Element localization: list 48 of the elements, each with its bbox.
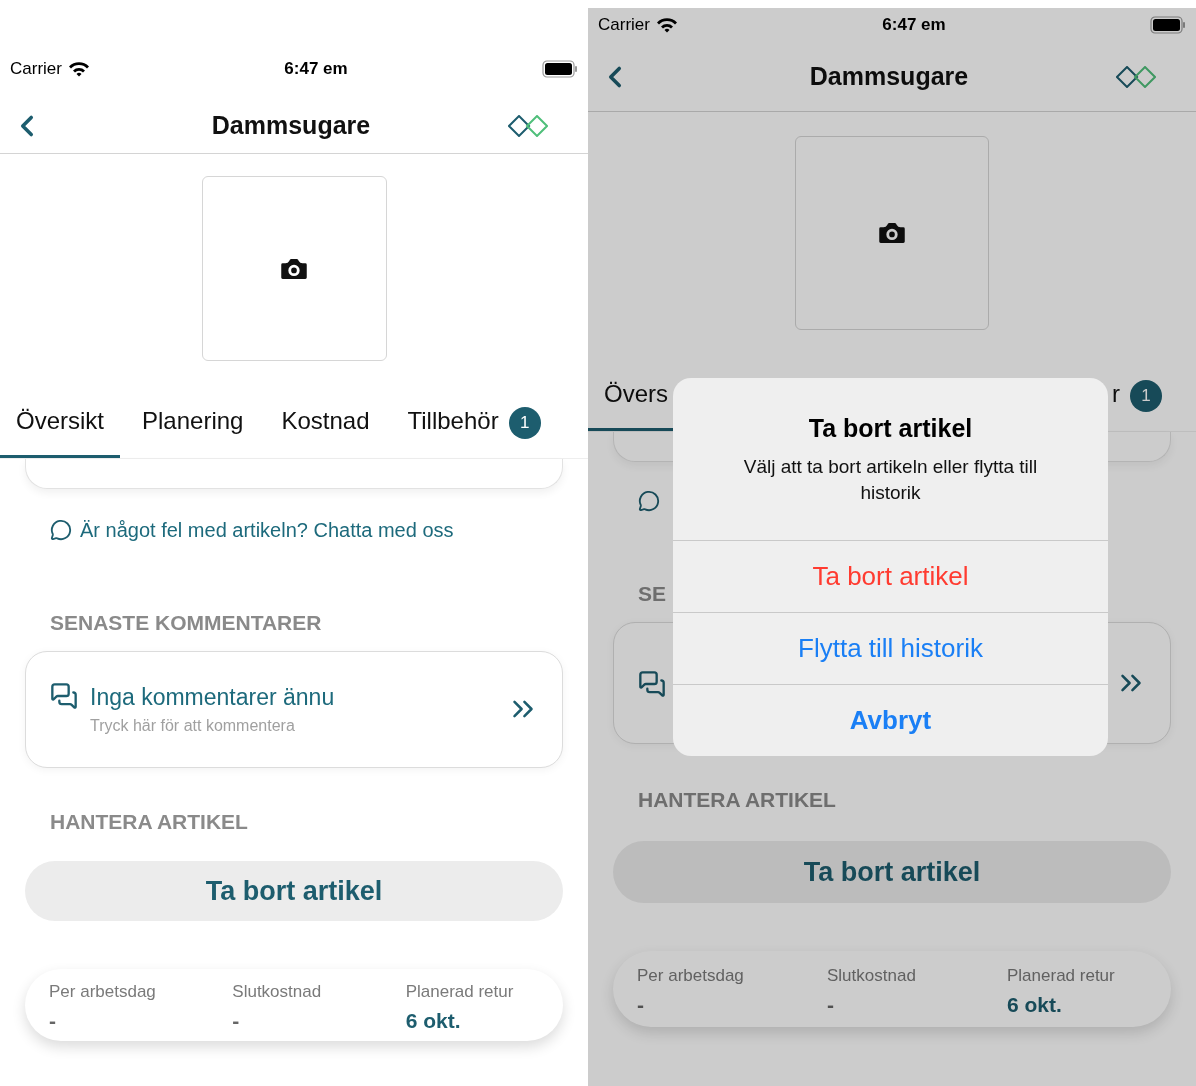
wifi-icon bbox=[655, 17, 678, 33]
summary-value: 6 okt. bbox=[1007, 991, 1063, 1018]
summary-value: 6 okt. bbox=[405, 1007, 462, 1034]
comments-icon bbox=[50, 681, 78, 710]
chat-bubble-icon bbox=[50, 519, 72, 541]
section-heading: SENASTE KOMMENTARER bbox=[50, 611, 322, 634]
summary-value: - bbox=[49, 1007, 57, 1034]
summary-value: - bbox=[232, 1007, 241, 1034]
summary-label: Per arbetsdag bbox=[49, 981, 157, 1003]
summary-label: Planerad retur bbox=[1007, 965, 1116, 987]
count-badge: 1 bbox=[1130, 379, 1162, 412]
summary-value: - bbox=[637, 991, 645, 1018]
comments-title: Inga kommentarer ännu bbox=[90, 682, 335, 712]
nav-title: Dammsugare bbox=[808, 60, 969, 92]
comments-hint: Tryck här för att kommentera bbox=[90, 716, 296, 737]
wifi-icon bbox=[67, 61, 90, 77]
summary-label: Per arbetsdag bbox=[637, 965, 745, 987]
chat-bubble-icon bbox=[638, 490, 660, 512]
dialog-action[interactable]: Flytta till historik bbox=[673, 611, 1108, 684]
dialog-action[interactable]: Avbryt bbox=[673, 683, 1108, 756]
summary-value: - bbox=[827, 991, 835, 1018]
comments-card[interactable]: Inga kommentarer ännu Tryck här för att kommentera bbox=[25, 650, 563, 768]
logo-icon bbox=[1116, 65, 1156, 88]
comments-icon bbox=[638, 669, 666, 698]
chat-link[interactable]: Är något fel med artikeln? Chatta med oss bbox=[80, 515, 454, 545]
summary-label: Slutkostnad bbox=[232, 981, 323, 1003]
delete-button[interactable]: Ta bort artikel bbox=[25, 861, 563, 921]
tab[interactable]: Planering bbox=[126, 403, 260, 458]
status-time: 6:47 em bbox=[882, 14, 946, 37]
dialog-title: Ta bort artikel bbox=[808, 413, 973, 444]
status-time: 6:47 em bbox=[284, 58, 348, 81]
section-heading: HANTERA ARTIKEL bbox=[638, 787, 836, 811]
tab[interactable]: Tillbehör bbox=[391, 403, 509, 458]
carrier-label: Carrier bbox=[598, 14, 650, 37]
summary-label: Planerad retur bbox=[405, 981, 515, 1003]
battery-icon bbox=[542, 60, 578, 78]
battery-icon bbox=[1150, 16, 1186, 34]
tab[interactable]: Kostnad bbox=[265, 403, 386, 458]
delete-button[interactable]: Ta bort artikel bbox=[613, 841, 1171, 903]
carrier-label: Carrier bbox=[10, 58, 62, 81]
summary-label: Slutkostnad bbox=[827, 965, 917, 987]
nav-title: Dammsugare bbox=[210, 109, 371, 141]
logo-icon bbox=[508, 114, 548, 137]
dialog-message: Välj att ta bort artikeln eller flytta till historik bbox=[742, 454, 1039, 505]
count-badge: 1 bbox=[508, 406, 541, 439]
tab[interactable]: r bbox=[1096, 376, 1130, 431]
section-heading: HANTERA ARTIKEL bbox=[50, 809, 248, 833]
section-heading: SE bbox=[638, 582, 666, 605]
